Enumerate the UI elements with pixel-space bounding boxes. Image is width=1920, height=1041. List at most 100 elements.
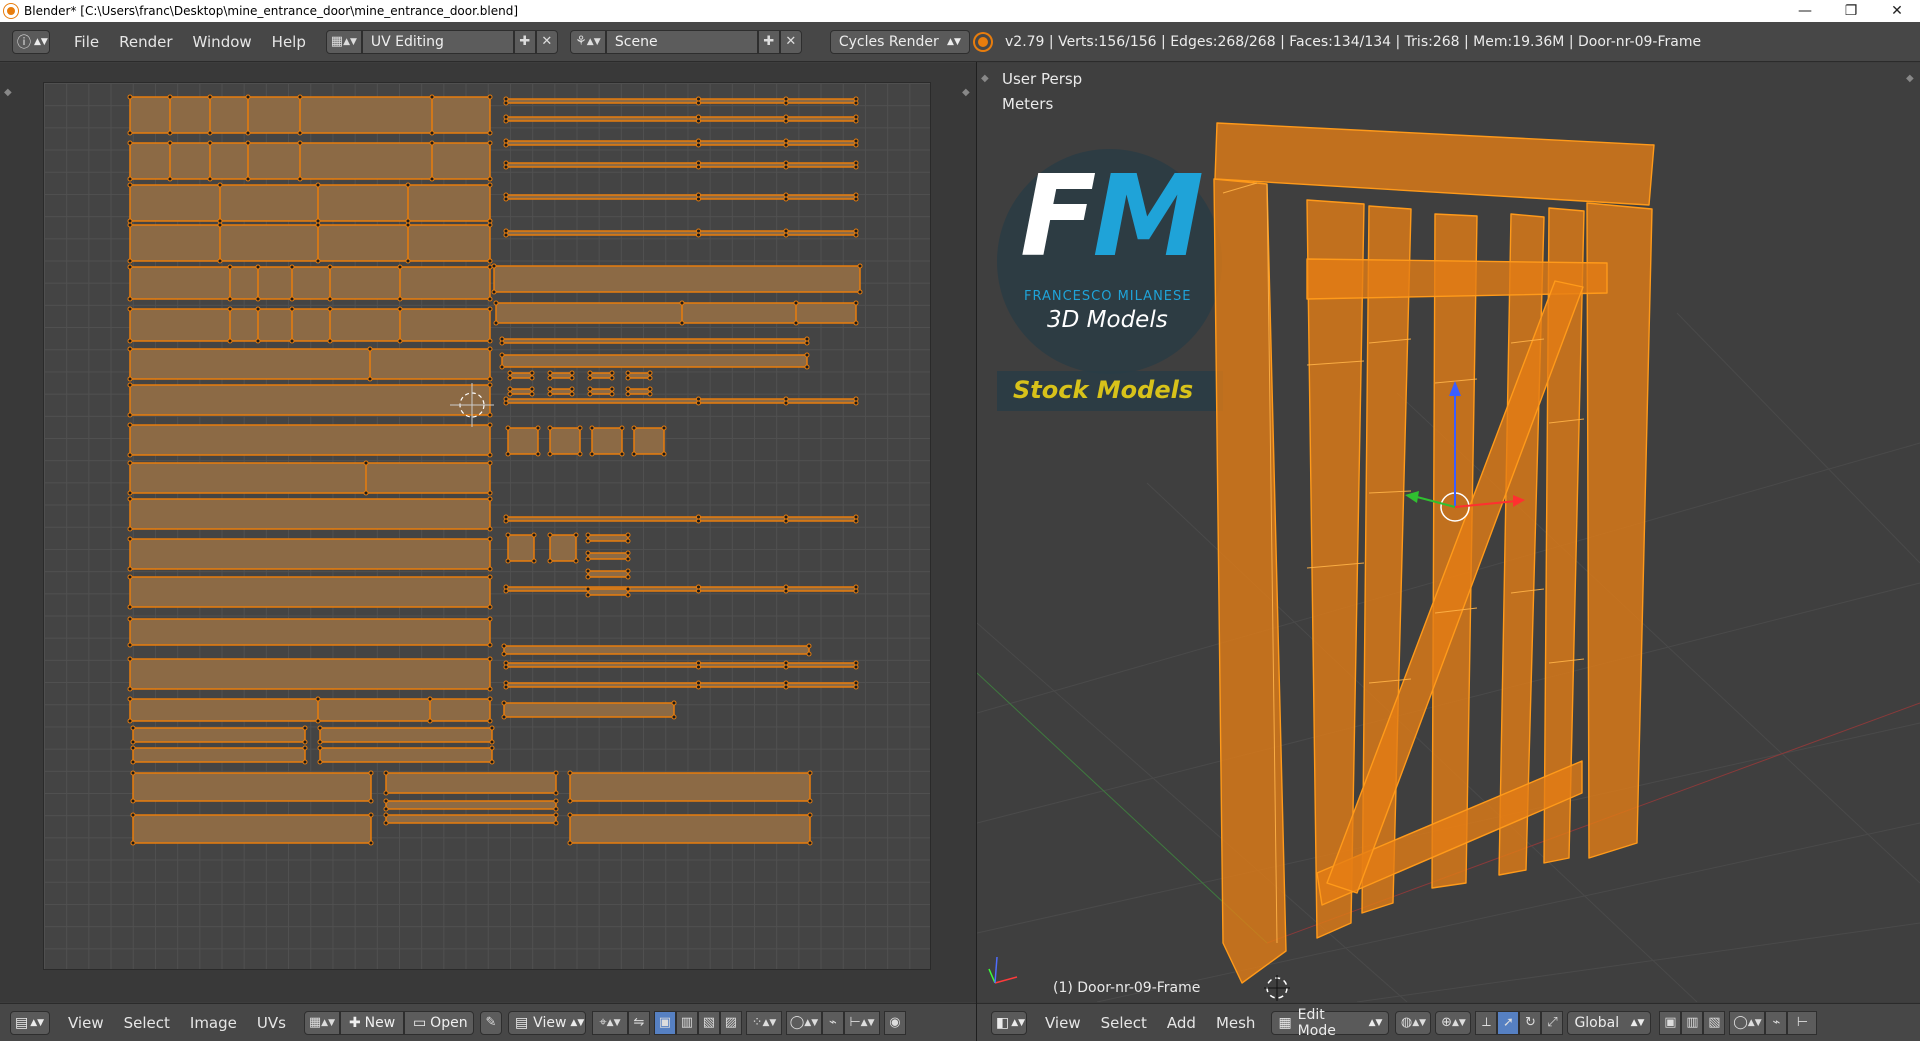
uv-island-left-9[interactable] bbox=[127, 460, 493, 496]
uv-island-b10[interactable] bbox=[567, 770, 813, 804]
uv-island-left-14[interactable] bbox=[127, 696, 493, 724]
uv-island-left-5[interactable] bbox=[127, 306, 493, 344]
uv-grid-area[interactable] bbox=[43, 82, 931, 970]
uv-tiny-5[interactable] bbox=[587, 386, 615, 397]
orientation-dropdown[interactable]: Global ▲▼ bbox=[1567, 1010, 1652, 1035]
uv-island-left-0[interactable] bbox=[127, 94, 493, 136]
uv-image-editor[interactable]: ◆ ◆ bbox=[0, 63, 976, 1002]
image-open-button[interactable]: ▭ Open bbox=[403, 1010, 474, 1035]
uv-square-2[interactable] bbox=[589, 425, 625, 457]
vp-menu-view[interactable]: View bbox=[1035, 1014, 1091, 1032]
layout-add-button[interactable]: ✚ bbox=[513, 29, 536, 54]
rotate-manipulator-button[interactable]: ↻ bbox=[1519, 1010, 1542, 1035]
scene-delete-button[interactable]: ✕ bbox=[779, 29, 802, 54]
uv-menu-image[interactable]: Image bbox=[180, 1014, 247, 1032]
vp-menu-mesh[interactable]: Mesh bbox=[1206, 1014, 1266, 1032]
uv-tiny-6[interactable] bbox=[625, 370, 653, 381]
uv-island-left-8[interactable] bbox=[127, 422, 493, 458]
uv-island-left-10[interactable] bbox=[127, 496, 493, 532]
door-mesh[interactable] bbox=[977, 63, 1920, 1002]
sticky-select-dropdown[interactable]: ⁘ ▲▼ bbox=[745, 1010, 782, 1035]
close-window-button[interactable]: ✕ bbox=[1874, 0, 1920, 22]
image-new-button[interactable]: ✚ New bbox=[339, 1010, 404, 1035]
maximize-button[interactable]: ❐ bbox=[1828, 0, 1874, 22]
uv-island-b4[interactable] bbox=[317, 745, 495, 765]
uv-island-left-13[interactable] bbox=[127, 656, 493, 692]
uv-tiny-2[interactable] bbox=[547, 370, 575, 381]
uv-tiny-4[interactable] bbox=[587, 370, 615, 381]
uv-island-left-2[interactable] bbox=[127, 182, 493, 224]
uv-small-2[interactable] bbox=[585, 568, 631, 580]
uv-strip-3[interactable] bbox=[503, 160, 859, 170]
edge-select-mode-button[interactable]: ▥ bbox=[1681, 1010, 1704, 1035]
uv-strip-4[interactable] bbox=[503, 192, 859, 202]
uv-island-r5[interactable] bbox=[501, 643, 812, 657]
uv-island-r6[interactable] bbox=[501, 700, 677, 720]
uv-island-b6[interactable] bbox=[130, 812, 374, 846]
scale-manipulator-button[interactable]: ⤢ bbox=[1541, 1010, 1564, 1035]
uv-square-b0[interactable] bbox=[505, 532, 537, 564]
uv-island-left-1[interactable] bbox=[127, 140, 493, 182]
scene-add-button[interactable]: ✚ bbox=[757, 29, 780, 54]
vp-snap-element-dropdown[interactable]: ⊢ bbox=[1787, 1010, 1818, 1035]
uv-tiny-0[interactable] bbox=[507, 370, 535, 381]
render-engine-dropdown[interactable]: Cycles Render ▲▼ bbox=[829, 29, 970, 54]
editor-type-info-button[interactable]: ⓘ ▲▼ bbox=[12, 29, 50, 54]
menu-render[interactable]: Render bbox=[109, 33, 182, 51]
uv-island-b7[interactable] bbox=[383, 770, 559, 796]
uv-island-b2[interactable] bbox=[130, 745, 308, 765]
uv-island-b8[interactable] bbox=[383, 798, 559, 812]
uv-tiny-3[interactable] bbox=[547, 386, 575, 397]
uv-strip-7[interactable] bbox=[503, 584, 859, 594]
uv-menu-select[interactable]: Select bbox=[114, 1014, 180, 1032]
uv-small-0[interactable] bbox=[585, 532, 631, 544]
vp-editor-type-button[interactable]: ◧ ▲▼ bbox=[991, 1010, 1027, 1035]
manipulator-toggle[interactable]: ⟂ bbox=[1475, 1010, 1498, 1035]
uv-island-r4[interactable] bbox=[499, 352, 810, 370]
image-browse-button[interactable]: ▦ ▲▼ bbox=[303, 1010, 340, 1035]
uv-strip-1[interactable] bbox=[503, 114, 859, 124]
proportional-edit-dropdown[interactable]: ◯ ▲▼ bbox=[785, 1010, 822, 1035]
uv-island-hatched[interactable] bbox=[127, 616, 493, 648]
island-select-button[interactable]: ▨ bbox=[719, 1010, 742, 1035]
uv-island-left-7[interactable] bbox=[127, 382, 493, 418]
snap-element-dropdown[interactable]: ⊢ ▲▼ bbox=[843, 1010, 880, 1035]
uv-island-b11[interactable] bbox=[567, 812, 813, 846]
3d-cursor[interactable] bbox=[1264, 975, 1290, 1001]
uv-strip-5[interactable] bbox=[503, 228, 859, 238]
uv-island-b3[interactable] bbox=[317, 725, 495, 745]
pivot-dropdown[interactable]: ⌖ ▲▼ bbox=[591, 1010, 628, 1035]
uv-island-left-6[interactable] bbox=[127, 346, 493, 382]
uv-island-left-12[interactable] bbox=[127, 574, 493, 610]
properties-toggle-icon[interactable]: ◆ bbox=[962, 87, 970, 98]
scene-browse-button[interactable]: ⚘ ▲▼ bbox=[569, 29, 606, 54]
toolbar-toggle-icon[interactable]: ◆ bbox=[4, 87, 12, 98]
menu-help[interactable]: Help bbox=[262, 33, 316, 51]
uv-strip-10[interactable] bbox=[503, 396, 859, 406]
snap-toggle-button[interactable]: ⌁ bbox=[821, 1010, 844, 1035]
vp-proportional-dropdown[interactable]: ◯ ▲▼ bbox=[1729, 1010, 1766, 1035]
face-select-mode-button[interactable]: ▧ bbox=[1703, 1010, 1726, 1035]
uv-island-r3[interactable] bbox=[499, 336, 810, 346]
3d-viewport[interactable]: ◆ ◆ User Persp Meters FM FRANCESCO MILAN… bbox=[977, 63, 1920, 1002]
editor-mode-dropdown[interactable]: ▤ View ▲▼ bbox=[507, 1010, 586, 1035]
sync-selection-button[interactable]: ⇋ bbox=[627, 1010, 650, 1035]
uv-island-r2[interactable] bbox=[493, 300, 859, 326]
uv-editor-type-button[interactable]: ▤ ▲▼ bbox=[10, 1010, 50, 1035]
uv-strip-8[interactable] bbox=[503, 660, 859, 670]
uv-small-1[interactable] bbox=[585, 550, 631, 562]
minimize-button[interactable]: — bbox=[1782, 0, 1828, 22]
uv-square-1[interactable] bbox=[547, 425, 583, 457]
uv-tiny-1[interactable] bbox=[507, 386, 535, 397]
face-select-button[interactable]: ▧ bbox=[697, 1010, 720, 1035]
uv-island-r1[interactable] bbox=[491, 263, 863, 295]
vertex-select-button[interactable]: ▣ bbox=[653, 1010, 676, 1035]
layout-browse-button[interactable]: ▦ ▲▼ bbox=[325, 29, 362, 54]
uv-menu-uvs[interactable]: UVs bbox=[247, 1014, 296, 1032]
layout-name-field[interactable]: UV Editing bbox=[361, 29, 514, 54]
uv-square-3[interactable] bbox=[631, 425, 667, 457]
uv-square-b1[interactable] bbox=[547, 532, 579, 564]
uv-square-0[interactable] bbox=[505, 425, 541, 457]
uv-island-b1[interactable] bbox=[130, 725, 308, 745]
vertex-select-mode-button[interactable]: ▣ bbox=[1659, 1010, 1682, 1035]
